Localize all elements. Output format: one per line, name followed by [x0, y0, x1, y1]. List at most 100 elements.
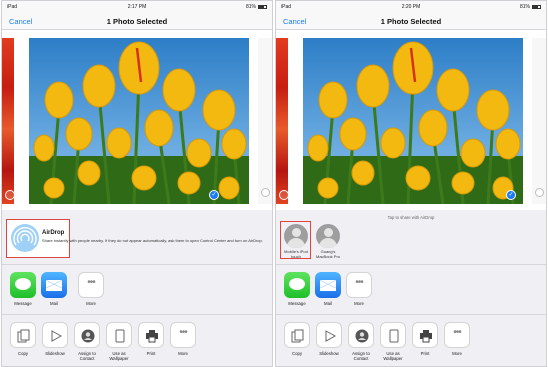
battery-percent: 81%: [245, 4, 256, 10]
battery-icon: [532, 4, 541, 9]
tile-label: Message: [288, 301, 306, 306]
tile-label: Mail: [324, 301, 332, 306]
page-title: 1 Photo Selected: [380, 17, 442, 26]
airdrop-section: Tap to share with AirDrop Mobile's iPod …: [276, 211, 546, 265]
nav-bar: Cancel 1 Photo Selected: [276, 13, 546, 30]
slideshow-icon: [42, 322, 68, 348]
share-actions-row: Copy Slideshow Assign to Contact Use as …: [2, 315, 272, 366]
tile-label: More: [178, 351, 188, 356]
tile-label: Slideshow: [319, 351, 339, 356]
use-as-wallpaper-button[interactable]: Use as Wallpaper: [378, 322, 408, 361]
mail-icon: [315, 272, 341, 298]
tile-label: Mail: [50, 301, 58, 306]
print-icon: [412, 322, 438, 348]
airdrop-icon: [11, 224, 39, 252]
print-button[interactable]: Print: [410, 322, 440, 356]
nav-bar: Cancel 1 Photo Selected: [2, 13, 272, 30]
page-title: 1 Photo Selected: [106, 17, 168, 26]
share-apps-row: Message Mail ••• More: [276, 265, 546, 315]
assign-contact-icon: [348, 322, 374, 348]
airdrop-tap-note: Tap to share with AirDrop: [387, 215, 435, 220]
tile-label: Print: [420, 351, 430, 356]
print-button[interactable]: Print: [136, 322, 166, 356]
battery-icon: [258, 4, 267, 9]
share-sheet-airdrop-idle: iPad 2:17 PM 81% Cancel 1 Photo Selected: [1, 0, 273, 367]
status-bar: iPad 2:17 PM 81%: [2, 1, 272, 13]
assign-contact-icon: [74, 322, 100, 348]
airdrop-device-ipod[interactable]: Mobile's iPod touch: [280, 221, 312, 259]
copy-button[interactable]: Copy: [282, 322, 312, 356]
previous-photo-thumbnail[interactable]: [2, 38, 14, 204]
share-sheet-airdrop-devices: iPad 2:20 PM 81% Cancel 1 Photo Selected: [275, 0, 547, 367]
share-message-button[interactable]: Message: [282, 272, 312, 306]
more-actions-button[interactable]: ••• More: [168, 322, 198, 356]
selected-checkmark-icon[interactable]: ✓: [209, 190, 219, 200]
selected-checkmark-icon[interactable]: ✓: [506, 190, 516, 200]
assign-to-contact-button[interactable]: Assign to Contact: [346, 322, 376, 361]
device-label: Mobile's iPod touch: [284, 249, 308, 259]
copy-icon: [284, 322, 310, 348]
tile-label: Copy: [17, 351, 29, 356]
airdrop-section: AirDrop Share instantly with people near…: [2, 211, 272, 265]
more-icon: •••: [346, 272, 372, 298]
selected-photo[interactable]: [303, 38, 523, 204]
airdrop-device-macbook[interactable]: Guang's MacBook Pro: [312, 221, 344, 259]
message-icon: [284, 272, 310, 298]
more-icon: •••: [78, 272, 104, 298]
tile-label: Message: [14, 301, 32, 306]
status-time: 2:17 PM: [127, 4, 147, 10]
next-photo-thumbnail[interactable]: [258, 38, 272, 204]
status-time: 2:20 PM: [401, 4, 421, 10]
battery-status: 81%: [246, 4, 267, 10]
previous-photo-select-circle[interactable]: [5, 190, 15, 200]
tulips-photo: [303, 38, 523, 204]
previous-photo-thumbnail[interactable]: [276, 38, 288, 204]
print-icon: [138, 322, 164, 348]
airdrop-description: Share instantly with people nearby. If t…: [42, 238, 263, 243]
tile-label: More: [452, 351, 462, 356]
photo-carousel[interactable]: ✓: [2, 30, 272, 210]
share-mail-button[interactable]: Mail: [39, 272, 69, 306]
tile-label: Use as Wallpaper: [109, 351, 129, 361]
battery-status: 81%: [520, 4, 541, 10]
wallpaper-icon: [106, 322, 132, 348]
share-actions-row: Copy Slideshow Assign to Contact Use as …: [276, 315, 546, 366]
use-as-wallpaper-button[interactable]: Use as Wallpaper: [104, 322, 134, 361]
next-photo-thumbnail[interactable]: [532, 38, 546, 204]
airdrop-title: AirDrop: [42, 230, 65, 236]
tile-label: Copy: [291, 351, 303, 356]
slideshow-button[interactable]: Slideshow: [40, 322, 70, 356]
next-photo-select-circle[interactable]: [261, 188, 270, 197]
slideshow-icon: [316, 322, 342, 348]
assign-to-contact-button[interactable]: Assign to Contact: [72, 322, 102, 361]
tile-label: Assign to Contact: [352, 351, 370, 361]
copy-button[interactable]: Copy: [8, 322, 38, 356]
next-photo-select-circle[interactable]: [535, 188, 544, 197]
wallpaper-icon: [380, 322, 406, 348]
more-icon: •••: [444, 322, 470, 348]
battery-percent: 81%: [519, 4, 530, 10]
slideshow-button[interactable]: Slideshow: [314, 322, 344, 356]
copy-icon: [10, 322, 36, 348]
device-label: Guang's MacBook Pro: [315, 249, 340, 259]
message-icon: [10, 272, 36, 298]
share-more-button[interactable]: ••• More: [76, 272, 106, 306]
tile-label: Print: [146, 351, 156, 356]
share-mail-button[interactable]: Mail: [313, 272, 343, 306]
avatar: [316, 224, 340, 248]
tile-label: Slideshow: [45, 351, 65, 356]
tile-label: More: [354, 301, 364, 306]
share-message-button[interactable]: Message: [8, 272, 38, 306]
selected-photo[interactable]: [29, 38, 249, 204]
tile-label: More: [86, 301, 96, 306]
share-apps-row: Message Mail ••• More: [2, 265, 272, 315]
avatar: [284, 224, 308, 248]
previous-photo-select-circle[interactable]: [279, 190, 289, 200]
share-more-button[interactable]: ••• More: [344, 272, 374, 306]
more-actions-button[interactable]: ••• More: [442, 322, 472, 356]
photo-carousel[interactable]: ✓: [276, 30, 546, 210]
tile-label: Use as Wallpaper: [383, 351, 403, 361]
status-bar: iPad 2:20 PM 81%: [276, 1, 546, 13]
more-icon: •••: [170, 322, 196, 348]
tile-label: Assign to Contact: [78, 351, 96, 361]
